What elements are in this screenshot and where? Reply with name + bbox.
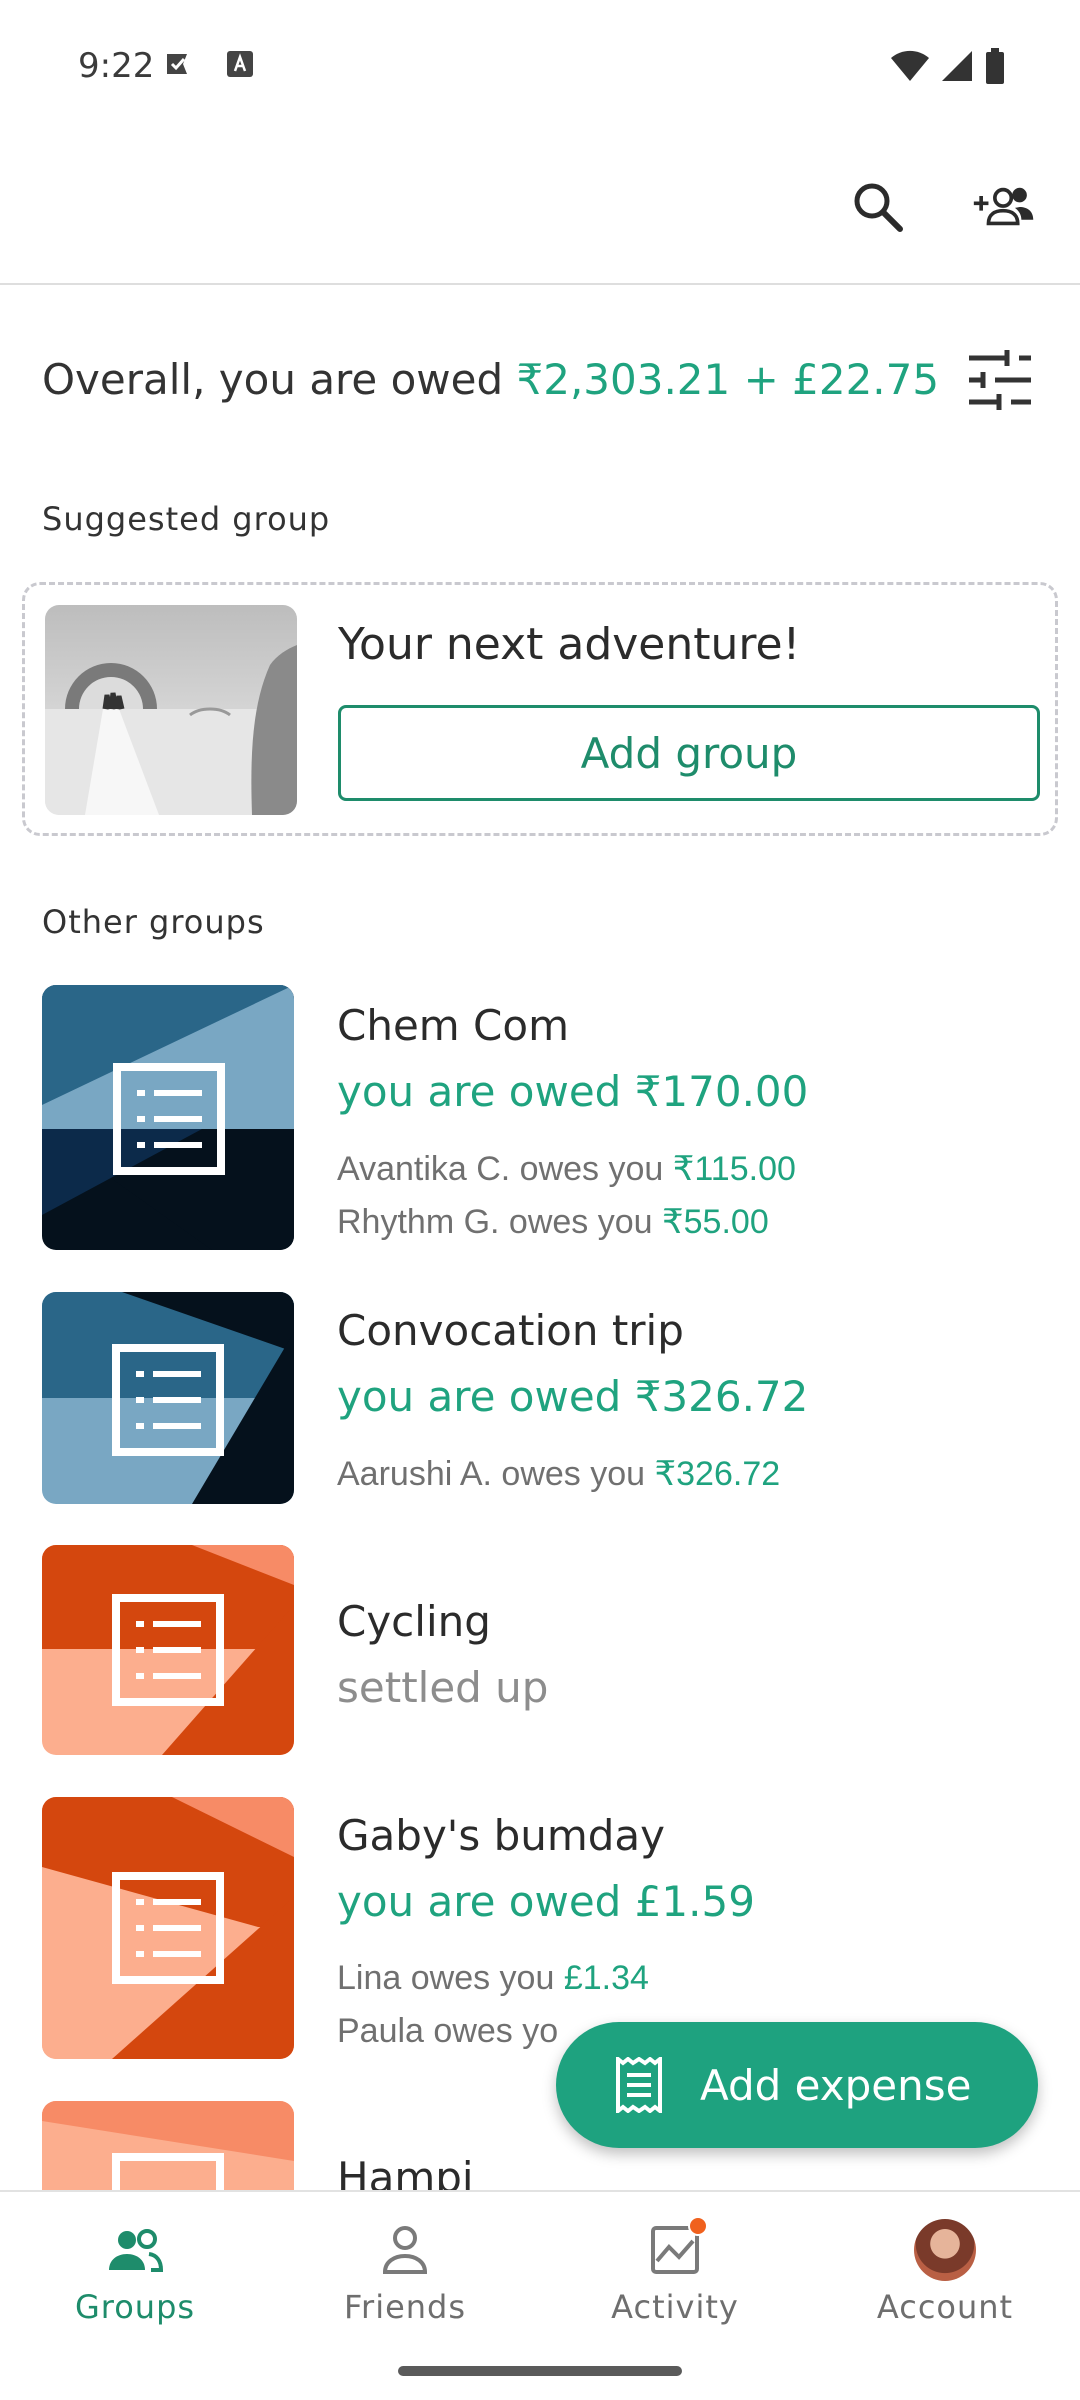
add-friends-button[interactable]: [972, 175, 1036, 239]
avatar: [914, 2219, 976, 2281]
status-notification-icons: [164, 50, 254, 80]
group-balance-status: you are owed £1.59: [337, 1877, 755, 1926]
task-check-icon: [167, 54, 187, 74]
detail-amount: ₹55.00: [662, 1203, 769, 1241]
status-bar: 9:22: [0, 0, 1080, 130]
adventure-illustration: [45, 605, 297, 815]
group-thumbnail: [42, 1545, 294, 1755]
person-icon: [382, 2226, 428, 2274]
group-thumbnail: [42, 2101, 294, 2190]
search-icon: [854, 183, 903, 232]
other-groups-label: Other groups: [42, 903, 265, 941]
group-thumbnail: [42, 985, 294, 1250]
notification-dot: [688, 2216, 708, 2236]
gesture-navigation-bar[interactable]: [398, 2366, 682, 2376]
filter-sliders-icon: [969, 350, 1031, 410]
nav-account-label: Account: [876, 2288, 1014, 2326]
detail-text: Avantika C. owes you: [337, 1150, 673, 1188]
detail-text: Paula owes yo: [337, 2012, 559, 2050]
nav-groups[interactable]: Groups: [0, 2192, 270, 2392]
detail-text: Rhythm G. owes you: [337, 1203, 663, 1241]
status-system-icons: [890, 48, 1006, 84]
group-row-gabys-bumday[interactable]: Gaby's bumday you are owed £1.59 Lina ow…: [0, 1797, 1080, 2059]
group-name: Gaby's bumday: [337, 1811, 666, 1860]
nav-friends-icon-wrap: [381, 2220, 429, 2280]
group-balance-detail: Aarushi A. owes you ₹326.72: [337, 1454, 780, 1494]
group-balance-detail: Lina owes you £1.34: [337, 1959, 649, 1998]
group-row-chem-com[interactable]: Chem Com you are owed ₹170.00 Avantika C…: [0, 985, 1080, 1250]
nav-activity-icon-wrap: [650, 2216, 708, 2280]
nav-groups-label: Groups: [74, 2288, 196, 2326]
group-name: Cycling: [337, 1597, 491, 1646]
group-balance-status: you are owed ₹170.00: [337, 1067, 809, 1116]
add-people-icon: [973, 187, 1034, 226]
group-balance-status: settled up: [337, 1663, 549, 1712]
translate-icon: [227, 51, 253, 77]
filter-button[interactable]: [960, 340, 1040, 420]
add-expense-button[interactable]: Add expense: [556, 2022, 1038, 2148]
group-thumbnail: [42, 1797, 294, 2059]
suggested-group-title: Your next adventure!: [338, 619, 801, 670]
nav-activity[interactable]: Activity: [540, 2192, 810, 2392]
nav-account-icon-wrap: [914, 2219, 976, 2281]
group-balance-detail: Avantika C. owes you ₹115.00: [337, 1149, 796, 1189]
nav-groups-icon-wrap: [107, 2220, 163, 2280]
group-name: Chem Com: [337, 1001, 569, 1050]
groups-icon: [109, 2229, 163, 2272]
group-balance-detail: Rhythm G. owes you ₹55.00: [337, 1202, 769, 1242]
signal-icon: [942, 51, 972, 81]
suggested-group-card[interactable]: Your next adventure! Add group: [22, 582, 1058, 836]
group-row-convocation-trip[interactable]: Convocation trip you are owed ₹326.72 Aa…: [0, 1292, 1080, 1504]
suggested-group-label: Suggested group: [42, 500, 331, 538]
nav-account[interactable]: Account: [810, 2192, 1080, 2392]
overall-balance: Overall, you are owed ₹2,303.21 + £22.75: [42, 355, 939, 404]
add-expense-label: Add expense: [700, 2060, 972, 2110]
group-name: Hampi: [337, 2153, 474, 2190]
overall-balance-amount: ₹2,303.21 + £22.75: [516, 355, 940, 404]
nav-activity-label: Activity: [611, 2288, 739, 2326]
detail-amount: £1.34: [563, 1959, 649, 1997]
wifi-icon: [891, 50, 929, 81]
detail-amount: ₹326.72: [654, 1455, 781, 1493]
receipt-icon: [616, 2057, 662, 2113]
group-balance-status: you are owed ₹326.72: [337, 1372, 809, 1421]
nav-friends-label: Friends: [343, 2288, 467, 2326]
status-time: 9:22: [78, 46, 155, 86]
add-group-button[interactable]: Add group: [338, 705, 1040, 801]
detail-text: Aarushi A. owes you: [337, 1455, 655, 1493]
group-row-cycling[interactable]: Cycling settled up: [0, 1545, 1080, 1755]
group-name: Convocation trip: [337, 1306, 684, 1355]
search-button[interactable]: [846, 175, 910, 239]
group-thumbnail: [42, 1292, 294, 1504]
group-balance-detail: Paula owes yo: [337, 2012, 558, 2051]
app-bar: [0, 130, 1080, 285]
overall-balance-prefix: Overall, you are owed: [42, 355, 517, 404]
detail-amount: ₹115.00: [672, 1150, 796, 1188]
detail-text: Lina owes you: [337, 1959, 564, 1997]
nav-friends[interactable]: Friends: [270, 2192, 540, 2392]
battery-icon: [986, 48, 1004, 84]
